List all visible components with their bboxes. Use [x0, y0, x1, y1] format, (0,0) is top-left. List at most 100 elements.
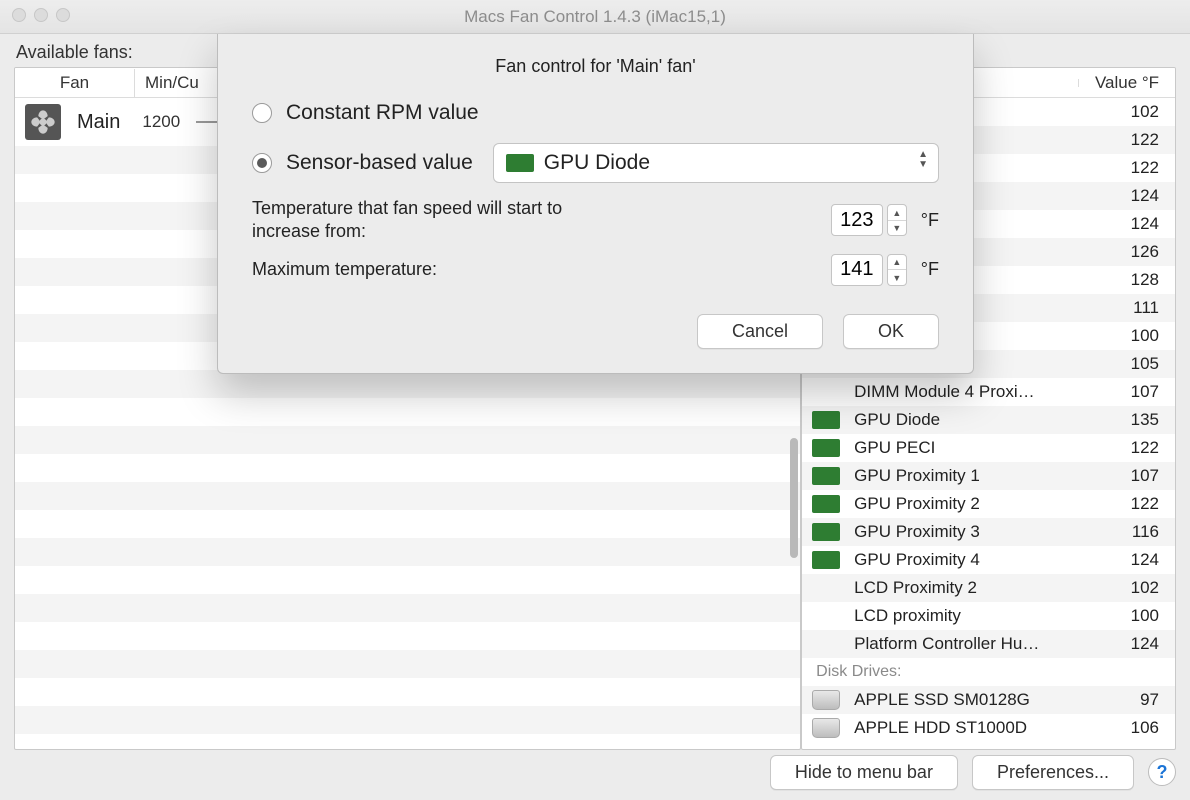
- sensor-select[interactable]: GPU Diode ▲▼: [493, 143, 939, 183]
- minimize-icon[interactable]: [34, 8, 48, 22]
- start-temp-stepper[interactable]: ▲ ▼: [887, 204, 907, 236]
- sensor-value: 107: [1105, 382, 1165, 402]
- close-icon[interactable]: [12, 8, 26, 22]
- sensor-select-value: GPU Diode: [544, 151, 650, 175]
- chip-icon: [812, 495, 840, 513]
- sensor-name: GPU PECI: [850, 438, 1095, 458]
- chevron-up-icon[interactable]: ▲: [888, 205, 906, 221]
- sensor-name: GPU Proximity 4: [850, 550, 1095, 570]
- blank-icon: [812, 383, 840, 401]
- footer: Hide to menu bar Preferences... ?: [770, 752, 1176, 792]
- sensor-row[interactable]: DIMM Module 4 Proxi… 107: [802, 378, 1175, 406]
- sensor-value: 124: [1105, 186, 1165, 206]
- sensor-name: Platform Controller Hu…: [850, 634, 1095, 654]
- radio-constant-label: Constant RPM value: [286, 101, 479, 125]
- sensor-value: 97: [1105, 690, 1165, 710]
- radio-sensor[interactable]: [252, 153, 272, 173]
- sensor-name: APPLE SSD SM0128G: [850, 690, 1095, 710]
- zoom-icon[interactable]: [56, 8, 70, 22]
- sensor-row[interactable]: Platform Controller Hu… 124: [802, 630, 1175, 658]
- ok-button[interactable]: OK: [843, 314, 939, 349]
- fan-icon: [25, 104, 61, 140]
- titlebar: Macs Fan Control 1.4.3 (iMac15,1): [0, 0, 1190, 34]
- help-button[interactable]: ?: [1148, 758, 1176, 786]
- unit-label: °F: [921, 259, 939, 280]
- sensor-value: 107: [1105, 466, 1165, 486]
- preferences-button[interactable]: Preferences...: [972, 755, 1134, 790]
- sensor-value: 122: [1105, 494, 1165, 514]
- traffic-lights: [12, 8, 70, 22]
- chip-icon: [812, 439, 840, 457]
- chip-icon: [812, 551, 840, 569]
- chip-icon: [812, 523, 840, 541]
- sensor-value: 122: [1105, 130, 1165, 150]
- scrollbar-thumb[interactable]: [790, 438, 798, 558]
- disk-icon: [812, 718, 840, 738]
- sensor-value: 106: [1105, 718, 1165, 738]
- sensor-name: LCD Proximity 2: [850, 578, 1095, 598]
- window-title: Macs Fan Control 1.4.3 (iMac15,1): [464, 7, 726, 27]
- sensor-row[interactable]: LCD Proximity 2102: [802, 574, 1175, 602]
- sensor-value: 135: [1105, 410, 1165, 430]
- chevron-down-icon[interactable]: ▼: [888, 221, 906, 236]
- fan-min: 1200: [142, 112, 180, 132]
- blank-icon: [812, 635, 840, 653]
- sensor-row[interactable]: GPU Proximity 4 124: [802, 546, 1175, 574]
- disk-icon: [812, 690, 840, 710]
- sensor-row[interactable]: GPU Proximity 2 122: [802, 490, 1175, 518]
- sensor-value: 126: [1105, 242, 1165, 262]
- col-value[interactable]: Value °F: [1079, 69, 1175, 97]
- sensor-value: 124: [1105, 634, 1165, 654]
- sensor-name: GPU Proximity 1: [850, 466, 1095, 486]
- blank-icon: [812, 607, 840, 625]
- sensor-value: 122: [1105, 438, 1165, 458]
- sensor-row[interactable]: APPLE HDD ST1000D 106: [802, 714, 1175, 742]
- sensor-name: GPU Diode: [850, 410, 1095, 430]
- sensor-value: 116: [1105, 522, 1165, 542]
- sensor-value: 124: [1105, 550, 1165, 570]
- unit-label: °F: [921, 210, 939, 231]
- section-label: Disk Drives:: [812, 663, 901, 681]
- fan-name: Main: [77, 111, 120, 134]
- cancel-button[interactable]: Cancel: [697, 314, 823, 349]
- blank-icon: [812, 579, 840, 597]
- sensor-value: 124: [1105, 214, 1165, 234]
- chip-icon: [506, 154, 534, 172]
- sensor-row[interactable]: GPU PECI 122: [802, 434, 1175, 462]
- sensor-name: GPU Proximity 2: [850, 494, 1095, 514]
- sensor-value: 122: [1105, 158, 1165, 178]
- chevron-up-icon[interactable]: ▲: [888, 255, 906, 271]
- start-temp-input[interactable]: [831, 204, 883, 236]
- radio-constant[interactable]: [252, 103, 272, 123]
- chip-icon: [812, 411, 840, 429]
- chevron-down-icon[interactable]: ▼: [888, 270, 906, 285]
- sensor-row[interactable]: APPLE SSD SM0128G 97: [802, 686, 1175, 714]
- sensor-row[interactable]: LCD proximity 100: [802, 602, 1175, 630]
- sensor-value: 105: [1105, 354, 1165, 374]
- radio-sensor-label: Sensor-based value: [286, 151, 473, 175]
- sensor-row: Disk Drives:: [802, 658, 1175, 686]
- sensor-name: GPU Proximity 3: [850, 522, 1095, 542]
- sensor-value: 100: [1105, 606, 1165, 626]
- max-temp-stepper[interactable]: ▲ ▼: [887, 254, 907, 286]
- fan-control-sheet: Fan control for 'Main' fan' Constant RPM…: [217, 34, 974, 374]
- sensor-name: DIMM Module 4 Proxi…: [850, 382, 1095, 402]
- chip-icon: [812, 467, 840, 485]
- radio-sensor-row[interactable]: Sensor-based value: [252, 151, 473, 175]
- sheet-title: Fan control for 'Main' fan': [252, 56, 939, 77]
- hide-button[interactable]: Hide to menu bar: [770, 755, 958, 790]
- sensor-value: 128: [1105, 270, 1165, 290]
- sensor-row[interactable]: GPU Diode 135: [802, 406, 1175, 434]
- radio-constant-row[interactable]: Constant RPM value: [252, 101, 939, 125]
- sensor-value: 102: [1105, 102, 1165, 122]
- sensor-name: LCD proximity: [850, 606, 1095, 626]
- max-temp-input[interactable]: [831, 254, 883, 286]
- col-fan[interactable]: Fan: [15, 69, 135, 97]
- sensor-row[interactable]: GPU Proximity 1 107: [802, 462, 1175, 490]
- sensor-name: APPLE HDD ST1000D: [850, 718, 1095, 738]
- sensor-value: 111: [1105, 298, 1165, 318]
- start-temp-label: Temperature that fan speed will start to…: [252, 197, 612, 244]
- chevron-updown-icon: ▲▼: [918, 150, 928, 170]
- max-temp-label: Maximum temperature:: [252, 258, 437, 281]
- sensor-row[interactable]: GPU Proximity 3 116: [802, 518, 1175, 546]
